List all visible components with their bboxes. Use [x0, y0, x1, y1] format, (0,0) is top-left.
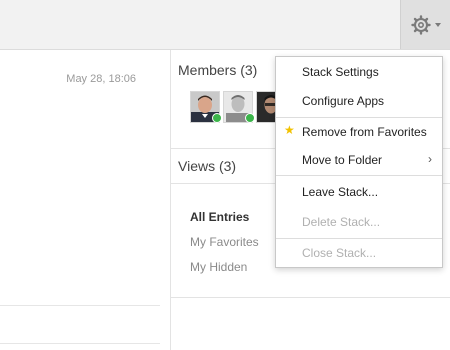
entry-list-pane: May 28, 18:06: [0, 50, 171, 350]
menu-item-stack-settings[interactable]: Stack Settings: [276, 59, 442, 85]
top-toolbar: [0, 0, 450, 50]
view-my-hidden[interactable]: My Hidden: [190, 260, 247, 274]
status-online-icon: [245, 113, 255, 123]
menu-separator: [276, 117, 442, 118]
members-heading[interactable]: Members (3): [178, 62, 257, 78]
star-icon: ★: [284, 123, 295, 137]
entry-timestamp: May 28, 18:06: [66, 73, 136, 85]
menu-item-label: Leave Stack...: [302, 185, 379, 199]
menu-item-move-to-folder[interactable]: Move to Folder ›: [276, 147, 442, 173]
chevron-right-icon: ›: [428, 152, 432, 166]
status-online-icon: [212, 113, 222, 123]
menu-item-label: Stack Settings: [302, 65, 379, 79]
gear-icon: [411, 15, 431, 35]
menu-item-remove-from-favorites[interactable]: ★ Remove from Favorites: [276, 119, 442, 145]
menu-item-label: Configure Apps: [302, 94, 385, 108]
view-my-favorites[interactable]: My Favorites: [190, 235, 259, 249]
divider: [171, 297, 450, 298]
menu-separator: [276, 175, 442, 176]
menu-item-label: Close Stack...: [302, 246, 377, 260]
menu-item-label: Remove from Favorites: [302, 125, 427, 139]
caret-down-icon: [435, 23, 441, 27]
menu-separator: [276, 238, 442, 239]
divider: [0, 305, 160, 306]
stack-settings-button[interactable]: [400, 0, 450, 49]
view-all-entries[interactable]: All Entries: [190, 210, 249, 224]
menu-item-label: Move to Folder: [302, 153, 383, 167]
divider: [0, 343, 160, 344]
menu-item-close-stack: Close Stack...: [276, 240, 442, 266]
menu-item-delete-stack: Delete Stack...: [276, 209, 442, 235]
menu-item-label: Delete Stack...: [302, 215, 381, 229]
menu-item-configure-apps[interactable]: Configure Apps: [276, 88, 442, 114]
menu-item-leave-stack[interactable]: Leave Stack...: [276, 179, 442, 205]
stack-settings-menu: Stack Settings Configure Apps ★ Remove f…: [275, 56, 443, 268]
views-heading[interactable]: Views (3): [178, 158, 236, 174]
